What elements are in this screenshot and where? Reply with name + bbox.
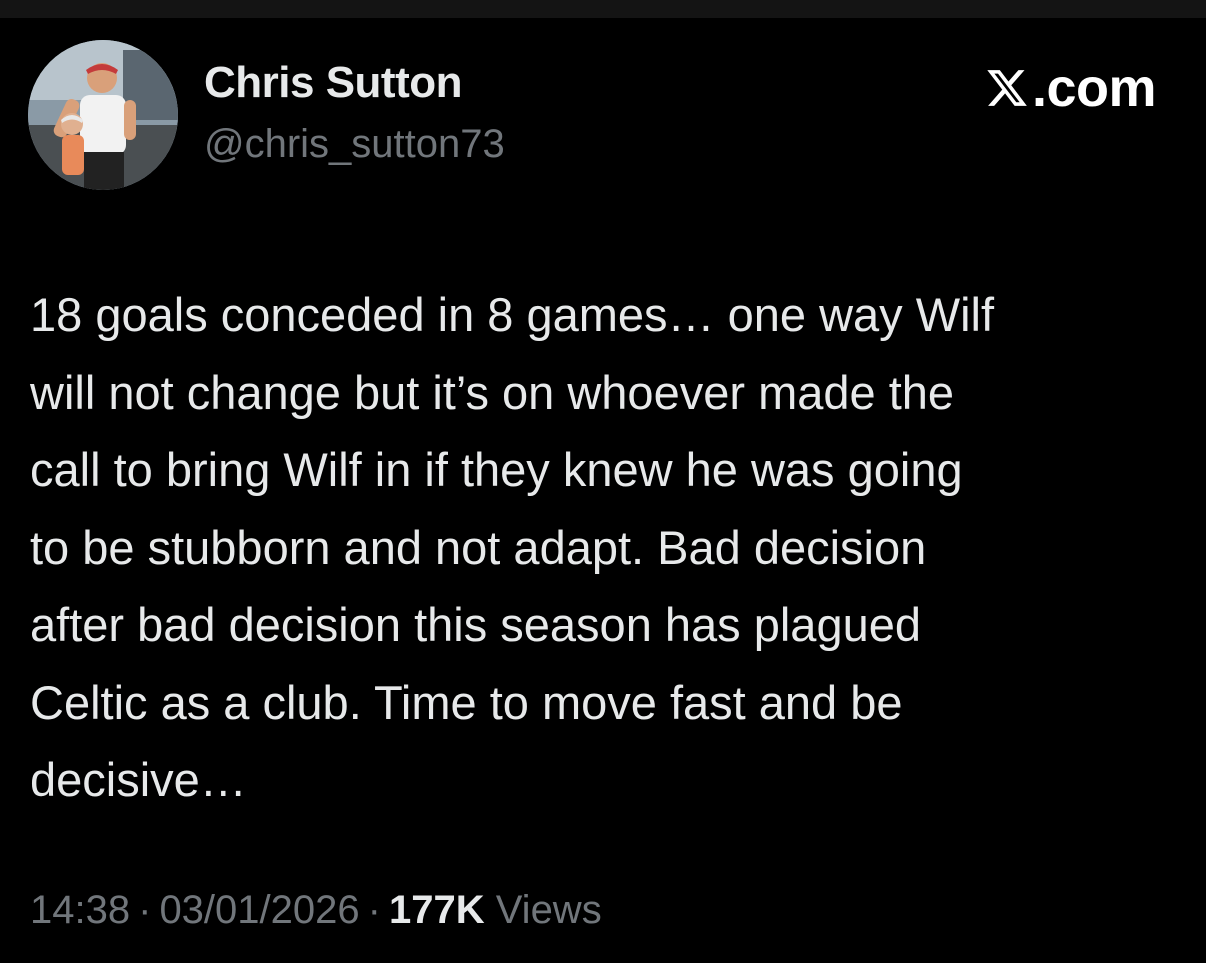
author-avatar[interactable] xyxy=(28,40,178,190)
profile-photo-icon xyxy=(28,40,178,190)
tweet-text: 18 goals conceded in 8 games… one way Wi… xyxy=(30,276,1180,819)
author-handle[interactable]: @chris_sutton73 xyxy=(204,122,505,167)
tweet-text-line: will not change but it’s on whoever made… xyxy=(30,365,955,419)
brand-watermark: .com xyxy=(985,58,1157,118)
tweet-text-line: Celtic as a club. Time to move fast and … xyxy=(30,675,903,729)
tweet-text-line: call to bring Wilf in if they knew he wa… xyxy=(30,443,963,496)
tweet-date[interactable]: 03/01/2026 xyxy=(159,888,359,932)
tweet-text-line: after bad decision this season has plagu… xyxy=(30,598,922,651)
views-count[interactable]: 177K xyxy=(389,888,485,932)
x-logo-icon xyxy=(985,66,1029,110)
brand-text: .com xyxy=(1031,58,1157,118)
author-display-name[interactable]: Chris Sutton xyxy=(204,58,462,108)
top-strip xyxy=(0,0,1206,18)
tweet-time[interactable]: 14:38 xyxy=(30,888,130,932)
views-label: Views xyxy=(495,888,602,932)
tweet-text-line: to be stubborn and not adapt. Bad decisi… xyxy=(30,520,927,574)
tweet-text-line: decisive… xyxy=(30,753,247,806)
meta-separator: · xyxy=(138,888,152,932)
tweet-meta: 14:38 · 03/01/2026 · 177K Views xyxy=(30,888,602,933)
tweet-text-line: 18 goals conceded in 8 games… one way Wi… xyxy=(30,288,995,341)
meta-separator: · xyxy=(367,888,381,932)
